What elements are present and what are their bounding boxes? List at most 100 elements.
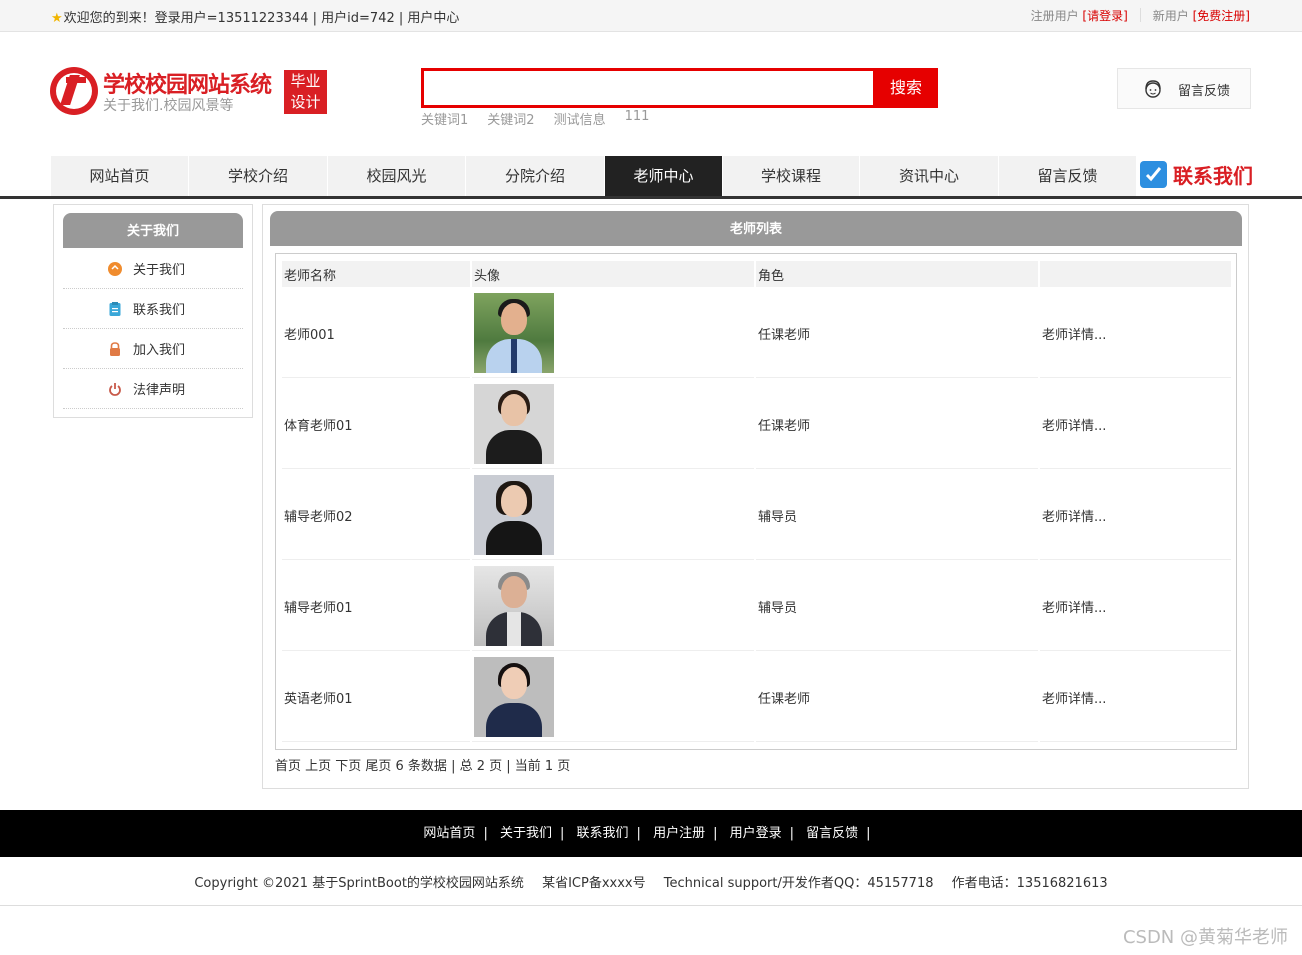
teacher-role: 任课老师: [756, 380, 1038, 469]
teacher-name: 英语老师01: [282, 653, 470, 742]
teacher-detail-link[interactable]: 老师详情...: [1040, 289, 1231, 378]
teacher-name: 体育老师01: [282, 380, 470, 469]
teacher-detail-link[interactable]: 老师详情...: [1040, 562, 1231, 651]
teacher-detail-link[interactable]: 老师详情...: [1040, 380, 1231, 469]
headset-icon: [1145, 80, 1161, 98]
teacher-avatar[interactable]: [474, 475, 554, 555]
column-header-role: 角色: [756, 261, 1038, 287]
watermark: CSDN @黄菊华老师: [1122, 927, 1288, 948]
sidebar-item-join[interactable]: 加入我们: [63, 329, 243, 369]
teacher-detail-link[interactable]: 老师详情...: [1040, 471, 1231, 560]
nav-item-courses[interactable]: 学校课程: [723, 156, 860, 196]
table-row: 老师001 任课老师 老师详情...: [282, 289, 1231, 378]
footer-link-feedback[interactable]: 留言反馈: [806, 826, 858, 841]
sidebar-item-legal[interactable]: 法律声明: [63, 369, 243, 409]
sidebar-item-label: 加入我们: [133, 343, 186, 358]
footer-nav: 网站首页 | 关于我们 | 联系我们 | 用户注册 | 用户登录 | 留言反馈 |: [0, 810, 1302, 857]
new-user-label: 新用户: [1152, 9, 1189, 23]
column-header-name: 老师名称: [282, 261, 470, 287]
lock-icon: [110, 342, 120, 356]
table-header-row: 老师名称 头像 角色: [282, 261, 1231, 287]
site-logo[interactable]: 学校校园网站系统 关于我们.校园风景等 毕业 设计: [50, 67, 330, 117]
account-links: 注册用户 [请登录] 新用户 [免费注册]: [1031, 7, 1250, 24]
register-link[interactable]: [免费注册]: [1193, 7, 1250, 24]
support-text: Technical support/开发作者QQ：45157718: [663, 876, 934, 891]
sidebar-item-about[interactable]: 关于我们: [63, 249, 243, 289]
teacher-role: 任课老师: [756, 653, 1038, 742]
top-bar: ★欢迎您的到来！登录用户=13511223344 | 用户id=742 | 用户…: [0, 0, 1302, 32]
contact-us-link[interactable]: 联系我们: [1140, 160, 1253, 189]
power-icon: [109, 383, 121, 396]
phone-text: 作者电话：13516821613: [951, 876, 1108, 891]
teacher-avatar[interactable]: [474, 566, 554, 646]
divider: [1139, 8, 1141, 22]
nav-underline: [0, 196, 1302, 199]
teacher-list-panel: 老师列表 老师名称 头像 角色 老师001 任课老师 老师详情... 体育老师0…: [262, 204, 1249, 789]
tag-line-1: 毕业: [290, 72, 321, 90]
contact-us-label: 联系我们: [1173, 164, 1253, 188]
clipboard-icon: [109, 302, 121, 316]
sidebar-item-label: 法律声明: [133, 383, 186, 398]
teacher-name: 辅导老师02: [282, 471, 470, 560]
footer-link-register[interactable]: 用户注册: [653, 826, 705, 841]
welcome-message: 欢迎您的到来！登录用户=13511223344 | 用户id=742 | 用户中…: [63, 11, 460, 26]
teacher-name: 辅导老师01: [282, 562, 470, 651]
nav-item-feedback[interactable]: 留言反馈: [999, 156, 1137, 196]
site-subtitle: 关于我们.校园风景等: [103, 98, 234, 114]
sidebar-item-label: 联系我们: [133, 303, 186, 318]
teacher-role: 辅导员: [756, 471, 1038, 560]
star-icon: ★: [51, 11, 63, 26]
logo-icon: [50, 67, 98, 115]
teacher-avatar[interactable]: [474, 293, 554, 373]
orange-circle-icon: [108, 262, 122, 276]
sidebar-item-label: 关于我们: [133, 263, 186, 278]
teacher-name: 老师001: [282, 289, 470, 378]
pagination[interactable]: 首页 上页 下页 尾页 6 条数据 | 总 2 页 | 当前 1 页: [275, 755, 570, 774]
copyright-text: Copyright ©2021 基于SprintBoot的学校校园网站系统: [194, 876, 524, 891]
avatar-cell: [472, 653, 754, 742]
teacher-avatar[interactable]: [474, 657, 554, 737]
column-header-action: [1040, 261, 1231, 287]
graduation-tag: 毕业 设计: [284, 70, 327, 114]
footer-link-home[interactable]: 网站首页: [423, 826, 475, 841]
search-button[interactable]: 搜索: [874, 68, 938, 108]
teacher-role: 辅导员: [756, 562, 1038, 651]
avatar-cell: [472, 380, 754, 469]
registered-user-label: 注册用户: [1030, 9, 1079, 23]
keyword-link[interactable]: 关键词2: [487, 109, 534, 128]
teacher-detail-link[interactable]: 老师详情...: [1040, 653, 1231, 742]
avatar-cell: [472, 562, 754, 651]
nav-item-campus-scenery[interactable]: 校园风光: [328, 156, 466, 196]
footer-link-about[interactable]: 关于我们: [500, 826, 552, 841]
keyword-link[interactable]: 111: [625, 109, 650, 128]
welcome-text: ★欢迎您的到来！登录用户=13511223344 | 用户id=742 | 用户…: [51, 7, 459, 26]
avatar-cell: [472, 471, 754, 560]
feedback-label: 留言反馈: [1178, 84, 1231, 99]
nav-item-news[interactable]: 资讯中心: [860, 156, 999, 196]
column-header-avatar: 头像: [472, 261, 754, 287]
nav-item-branch-intro[interactable]: 分院介绍: [466, 156, 605, 196]
search-input[interactable]: [424, 71, 873, 105]
sidebar-title: 关于我们: [63, 213, 243, 248]
icp-text: 某省ICP备xxxx号: [542, 876, 646, 891]
nav-item-school-intro[interactable]: 学校介绍: [189, 156, 328, 196]
teacher-avatar[interactable]: [474, 384, 554, 464]
keyword-link[interactable]: 测试信息: [554, 109, 606, 128]
footer-link-contact[interactable]: 联系我们: [577, 826, 629, 841]
contact-pencil-icon: [1140, 161, 1167, 188]
search-bar: 搜索: [421, 68, 938, 108]
table-container: 老师名称 头像 角色 老师001 任课老师 老师详情... 体育老师01 任课老…: [275, 253, 1237, 750]
teacher-role: 任课老师: [756, 289, 1038, 378]
footer-divider: [0, 905, 1302, 906]
table-row: 体育老师01 任课老师 老师详情...: [282, 380, 1231, 469]
sidebar: 关于我们 关于我们 联系我们 加入我们 法律声明: [53, 204, 253, 418]
nav-item-home[interactable]: 网站首页: [51, 156, 189, 196]
keyword-link[interactable]: 关键词1: [421, 109, 468, 128]
feedback-button[interactable]: 留言反馈: [1117, 68, 1251, 109]
sidebar-item-contact[interactable]: 联系我们: [63, 289, 243, 329]
nav-item-teacher-center[interactable]: 老师中心: [605, 156, 723, 196]
footer-link-login[interactable]: 用户登录: [730, 826, 782, 841]
sidebar-list: 关于我们 联系我们 加入我们 法律声明: [63, 249, 243, 409]
table-row: 辅导老师02 辅导员 老师详情...: [282, 471, 1231, 560]
login-link[interactable]: [请登录]: [1082, 7, 1127, 24]
